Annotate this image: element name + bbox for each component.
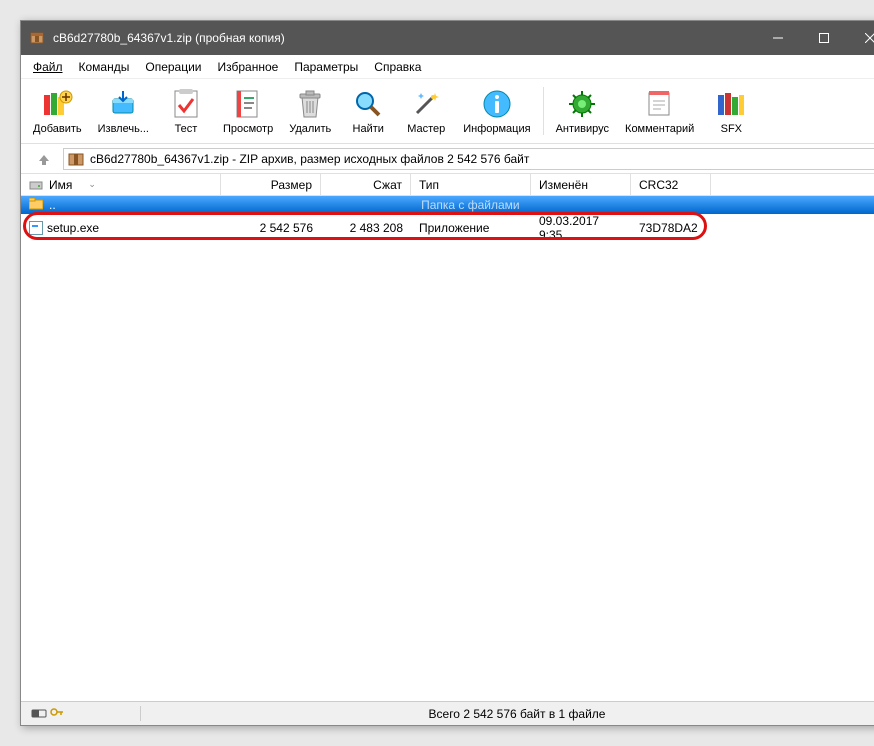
exe-icon <box>29 221 43 235</box>
close-button[interactable] <box>847 21 874 55</box>
wizard-label: Мастер <box>407 123 445 135</box>
security-icon <box>31 706 47 721</box>
info-button[interactable]: Информация <box>455 83 538 139</box>
wand-icon <box>409 87 443 121</box>
wizard-button[interactable]: Мастер <box>397 83 455 139</box>
extract-icon <box>106 87 140 121</box>
test-icon <box>169 87 203 121</box>
up-button[interactable] <box>33 148 55 170</box>
virus-icon <box>565 87 599 121</box>
info-icon <box>480 87 514 121</box>
search-icon <box>351 87 385 121</box>
view-label: Просмотр <box>223 123 273 135</box>
col-type[interactable]: Тип <box>411 174 531 195</box>
sfx-button[interactable]: SFX <box>702 83 760 139</box>
titlebar: cB6d27780b_64367v1.zip (пробная копия) <box>21 21 874 55</box>
notepad-icon <box>643 87 677 121</box>
col-size[interactable]: Размер <box>221 174 321 195</box>
menu-options[interactable]: Параметры <box>286 57 366 77</box>
pathbar: cB6d27780b_64367v1.zip - ZIP архив, разм… <box>21 144 874 174</box>
status-summary: Всего 2 542 576 байт в 1 файле <box>141 707 874 721</box>
antivirus-label: Антивирус <box>556 123 609 135</box>
archive-icon <box>68 151 84 167</box>
antivirus-button[interactable]: Антивирус <box>548 83 617 139</box>
toolbar-separator <box>543 87 544 135</box>
app-window: cB6d27780b_64367v1.zip (пробная копия) Ф… <box>20 20 874 726</box>
menu-file[interactable]: Файл <box>25 57 71 77</box>
app-icon <box>29 30 45 46</box>
sfx-label: SFX <box>721 123 742 135</box>
menu-operations[interactable]: Операции <box>137 57 209 77</box>
extract-label: Извлечь... <box>98 123 149 135</box>
col-packed[interactable]: Сжат <box>321 174 411 195</box>
view-button[interactable]: Просмотр <box>215 83 281 139</box>
test-label: Тест <box>175 123 198 135</box>
info-label: Информация <box>463 123 530 135</box>
minimize-button[interactable] <box>755 21 801 55</box>
key-icon <box>50 706 64 721</box>
maximize-button[interactable] <box>801 21 847 55</box>
file-size: 2 542 576 <box>260 221 313 235</box>
col-crc[interactable]: CRC32 <box>631 174 711 195</box>
path-field[interactable]: cB6d27780b_64367v1.zip - ZIP архив, разм… <box>63 148 874 170</box>
parent-folder-row[interactable]: .. Папка с файлами <box>21 196 874 214</box>
parent-folder-label: Папка с файлами <box>421 198 520 212</box>
menu-help[interactable]: Справка <box>366 57 429 77</box>
file-list: Имя ⌄ Размер Сжат Тип Изменён CRC32 .. П… <box>21 174 874 701</box>
status-left <box>21 706 141 721</box>
view-icon <box>231 87 265 121</box>
books-add-icon <box>40 87 74 121</box>
menubar: Файл Команды Операции Избранное Параметр… <box>21 55 874 79</box>
books-sfx-icon <box>714 87 748 121</box>
extract-button[interactable]: Извлечь... <box>90 83 157 139</box>
drive-icon <box>29 179 43 191</box>
file-packed: 2 483 208 <box>350 221 403 235</box>
comment-button[interactable]: Комментарий <box>617 83 702 139</box>
trash-icon <box>293 87 327 121</box>
add-button[interactable]: Добавить <box>25 83 90 139</box>
find-button[interactable]: Найти <box>339 83 397 139</box>
sort-indicator: ⌄ <box>88 179 96 190</box>
menu-commands[interactable]: Команды <box>71 57 138 77</box>
window-controls <box>755 21 874 55</box>
file-name: setup.exe <box>47 221 99 235</box>
col-name[interactable]: Имя ⌄ <box>21 174 221 195</box>
file-row[interactable]: setup.exe 2 542 576 2 483 208 Приложение… <box>21 218 874 238</box>
path-text: cB6d27780b_64367v1.zip - ZIP архив, разм… <box>90 152 529 166</box>
file-crc: 73D78DA2 <box>639 221 698 235</box>
file-modified: 09.03.2017 9:35 <box>539 214 623 242</box>
test-button[interactable]: Тест <box>157 83 215 139</box>
delete-button[interactable]: Удалить <box>281 83 339 139</box>
delete-label: Удалить <box>289 123 331 135</box>
toolbar: Добавить Извлечь... Тест Просмотр Удалит… <box>21 79 874 144</box>
add-label: Добавить <box>33 123 82 135</box>
find-label: Найти <box>353 123 384 135</box>
col-modified[interactable]: Изменён <box>531 174 631 195</box>
column-headers: Имя ⌄ Размер Сжат Тип Изменён CRC32 <box>21 174 874 196</box>
comment-label: Комментарий <box>625 123 694 135</box>
file-type: Приложение <box>419 221 489 235</box>
menu-favorites[interactable]: Избранное <box>210 57 287 77</box>
statusbar: Всего 2 542 576 байт в 1 файле <box>21 701 874 725</box>
window-title: cB6d27780b_64367v1.zip (пробная копия) <box>53 31 285 45</box>
folder-up-icon <box>29 198 43 213</box>
